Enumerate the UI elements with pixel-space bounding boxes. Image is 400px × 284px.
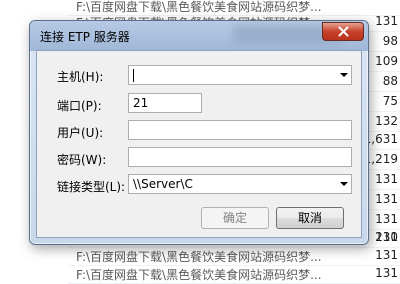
list-item-size: 131 [375,192,398,206]
list-item-size: 132 [375,114,398,128]
dialog-titlebar[interactable]: 连接 ETP 服务器 [30,21,368,51]
link-type-label: 链接类型(L): [57,180,126,194]
user-input[interactable] [128,120,352,140]
list-item[interactable]: F:\百度网盘下载\黑色餐饮美食网站源码织梦... 131 [68,246,400,266]
list-item-size: 131 [375,212,398,226]
password-label: 密码(W): [57,153,107,167]
port-label: 端口(P): [57,99,102,113]
list-item-size: 210 [375,230,398,244]
dialog-client-area: 主机(H): 端口(P): 21 用户(U): 密码(W): 链接类型(L): … [36,50,362,238]
list-item-size: 88 [382,74,398,88]
list-item-size: 131 [375,172,398,186]
list-item-size: 75 [382,94,398,108]
connect-etp-dialog: 连接 ETP 服务器 主机(H): 端口(P): 21 用户(U): 密码(W)… [29,20,369,245]
port-input[interactable]: 21 [128,93,202,113]
close-icon [338,26,348,37]
list-item-size: 109 [375,54,398,68]
list-item-size: 131 [375,248,398,262]
text-caret [133,69,134,82]
port-value: 21 [133,96,149,110]
list-item[interactable]: F:\百度网盘下载\黑色餐饮美食网站源码织梦... 131 [68,264,400,284]
user-label: 用户(U): [57,126,104,140]
list-item-path: F:\百度网盘下载\黑色餐饮美食网站源码织梦... [76,250,322,264]
chevron-down-icon[interactable] [340,182,348,186]
cancel-button[interactable]: 取消 [276,207,344,229]
list-item-size: 131 [375,266,398,280]
host-combobox[interactable] [128,65,352,85]
host-label: 主机(H): [57,70,104,84]
chevron-down-icon[interactable] [340,73,348,77]
list-item-size: 131 [375,14,398,28]
link-type-combobox[interactable]: \\Server\C [128,174,352,194]
list-item-size: 98 [382,34,398,48]
ok-button[interactable]: 确定 [201,207,269,229]
password-input[interactable] [128,147,352,167]
list-item-path: F:\百度网盘下载\黑色餐饮美食网站源码织梦... [76,268,322,282]
dialog-title: 连接 ETP 服务器 [40,30,130,44]
close-button[interactable] [322,22,364,41]
link-type-value: \\Server\C [133,177,193,191]
